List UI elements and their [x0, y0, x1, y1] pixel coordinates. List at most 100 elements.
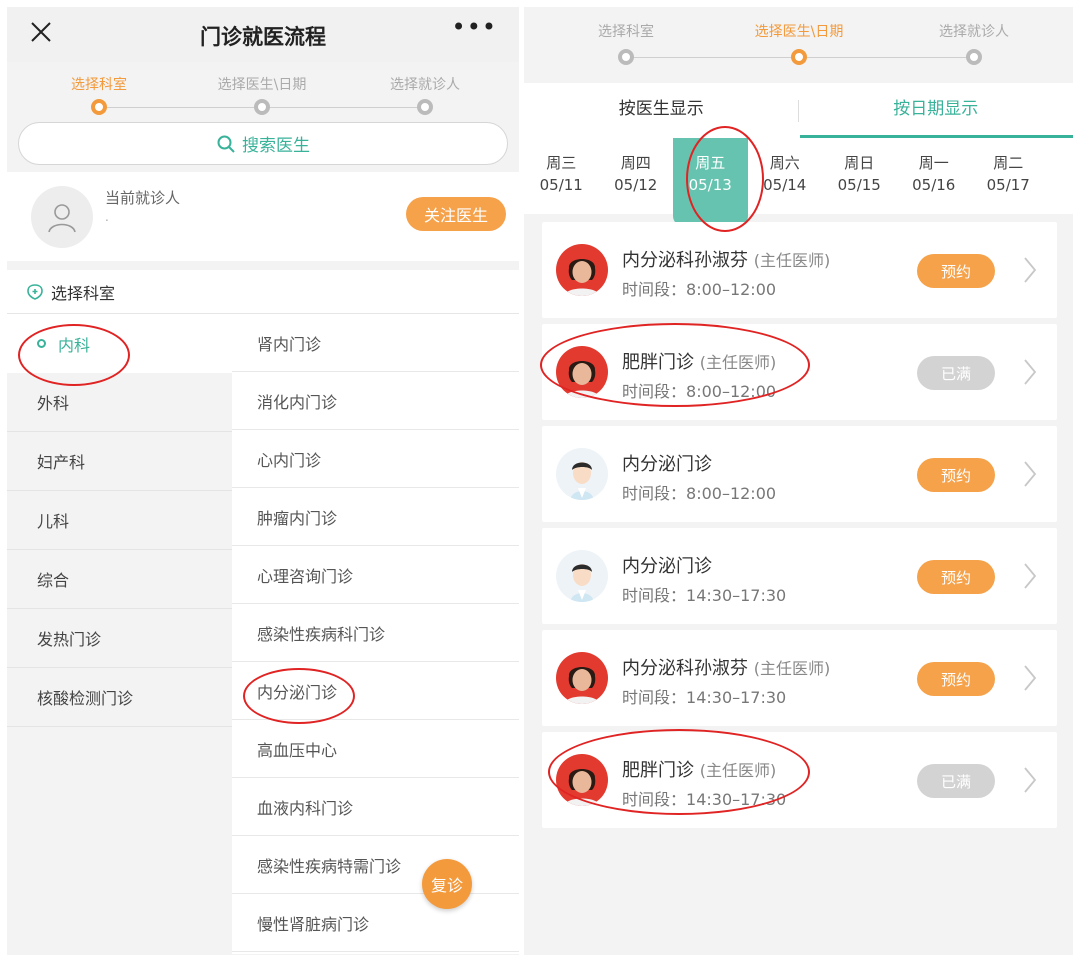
step-dot-patient — [966, 49, 982, 65]
doctor-card[interactable]: 内分泌科孙淑芬 (主任医师) 时间段：14:30–17:30 预约 — [542, 630, 1057, 726]
department-item-neike[interactable]: 内科 — [7, 314, 232, 373]
time-slot: 时间段：14:30–17:30 — [622, 586, 787, 605]
department-item-fare[interactable]: 发热门诊 — [7, 609, 232, 668]
department-label: 内科 — [58, 335, 91, 355]
sub-department-item[interactable]: 高血压中心 — [232, 720, 519, 778]
book-button[interactable]: 已满 — [917, 356, 995, 390]
step-label-department: 选择科室 — [71, 77, 127, 93]
doctor-card[interactable]: 内分泌门诊 时间段：8:00–12:00 预约 — [542, 426, 1057, 522]
patient-value: . — [105, 210, 109, 224]
department-picker: 内科 外科 妇产科 儿科 综合 发热门诊 核酸检测门诊 肾内门诊 消化内门诊 心… — [7, 314, 519, 954]
doctor-avatar — [556, 448, 608, 500]
top-bar: 门诊就医流程 ••• — [7, 7, 519, 62]
department-label: 儿科 — [37, 512, 70, 531]
patient-avatar — [31, 186, 93, 248]
department-item-fuchanke[interactable]: 妇产科 — [7, 432, 232, 491]
tab-by-date[interactable]: 按日期显示 — [799, 83, 1074, 138]
doctor-avatar — [556, 346, 608, 398]
doctor-name: 肥胖门诊 (主任医师) — [622, 760, 777, 781]
chevron-right-icon — [1024, 767, 1037, 793]
search-label: 搜索医生 — [242, 136, 310, 156]
day-item[interactable]: 周日 05/15 — [822, 138, 897, 214]
doctor-name: 内分泌科孙淑芬 (主任医师) — [622, 658, 831, 679]
doctor-card[interactable]: 肥胖门诊 (主任医师) 时间段：8:00–12:00 已满 — [542, 324, 1057, 420]
book-button[interactable]: 预约 — [917, 662, 995, 696]
step-indicator: 选择科室 选择医生\日期 选择就诊人 — [524, 7, 1073, 83]
doctor-card[interactable]: 肥胖门诊 (主任医师) 时间段：14:30–17:30 已满 — [542, 732, 1057, 828]
step-dot-doctor-date — [254, 99, 270, 115]
step-label-department: 选择科室 — [598, 24, 654, 40]
book-button[interactable]: 预约 — [917, 254, 995, 288]
return-visit-button[interactable]: 复诊 — [422, 859, 472, 909]
department-item-erke[interactable]: 儿科 — [7, 491, 232, 550]
chevron-right-icon — [1024, 665, 1037, 691]
step-dot-patient — [417, 99, 433, 115]
current-patient-card: 当前就诊人 . 关注医生 — [7, 172, 519, 261]
section-title: 选择科室 — [51, 283, 116, 303]
day-item[interactable]: 周二 05/17 — [971, 138, 1046, 214]
sub-department-item[interactable]: 内分泌门诊 — [232, 662, 519, 720]
search-icon — [217, 135, 235, 153]
tab-by-doctor[interactable]: 按医生显示 — [524, 83, 799, 138]
department-label: 核酸检测门诊 — [37, 689, 134, 708]
doctor-name: 内分泌门诊 — [622, 556, 712, 577]
sub-department-item[interactable]: 肾内门诊 — [232, 314, 519, 372]
department-item-waike[interactable]: 外科 — [7, 373, 232, 432]
department-label: 发热门诊 — [37, 630, 102, 649]
day-item[interactable]: 周六 05/14 — [748, 138, 823, 214]
department-label: 妇产科 — [37, 453, 86, 472]
sub-department-item[interactable]: 感染性疾病特需门诊 — [232, 836, 519, 894]
day-item[interactable]: 周四 05/12 — [599, 138, 674, 214]
follow-doctor-button[interactable]: 关注医生 — [406, 197, 506, 231]
step-label-doctor-date: 选择医生\日期 — [754, 24, 844, 40]
day-item[interactable]: 周三 05/11 — [524, 138, 599, 214]
step-dot-doctor-date — [791, 49, 807, 65]
department-label: 外科 — [37, 394, 70, 413]
sub-department-item[interactable]: 心内门诊 — [232, 430, 519, 488]
more-icon[interactable]: ••• — [452, 13, 497, 41]
chevron-right-icon — [1024, 257, 1037, 283]
day-item[interactable]: 周一 05/16 — [897, 138, 972, 214]
time-slot: 时间段：8:00–12:00 — [622, 484, 777, 503]
right-screen: 选择科室 选择医生\日期 选择就诊人 按医生显示 按日期显示 周三 05/11 周… — [524, 7, 1073, 955]
time-slot: 时间段：8:00–12:00 — [622, 382, 777, 401]
doctor-card[interactable]: 内分泌科孙淑芬 (主任医师) 时间段：8:00–12:00 预约 — [542, 222, 1057, 318]
doctor-card[interactable]: 内分泌门诊 时间段：14:30–17:30 预约 — [542, 528, 1057, 624]
doctor-avatar — [556, 652, 608, 704]
page-title: 门诊就医流程 — [200, 25, 326, 49]
step-label-patient: 选择就诊人 — [939, 24, 1009, 40]
doctor-list: 内分泌科孙淑芬 (主任医师) 时间段：8:00–12:00 预约 肥胖门诊 (主… — [524, 214, 1073, 828]
time-slot: 时间段：14:30–17:30 — [622, 688, 787, 707]
doctor-name: 内分泌科孙淑芬 (主任医师) — [622, 250, 831, 271]
section-header: 选择科室 — [7, 270, 519, 314]
day-item-selected[interactable]: 周五 05/13 — [673, 138, 748, 226]
selected-dot-icon — [37, 339, 46, 348]
doctor-name: 肥胖门诊 (主任医师) — [622, 352, 777, 373]
search-doctor-button[interactable]: 搜索医生 — [18, 122, 508, 165]
book-button[interactable]: 预约 — [917, 458, 995, 492]
view-tabs: 按医生显示 按日期显示 — [524, 83, 1073, 138]
step-dot-department — [618, 49, 634, 65]
book-button[interactable]: 预约 — [917, 560, 995, 594]
step-dot-department — [91, 99, 107, 115]
book-button[interactable]: 已满 — [917, 764, 995, 798]
sub-department-item[interactable]: 消化内门诊 — [232, 372, 519, 430]
department-item-zonghe[interactable]: 综合 — [7, 550, 232, 609]
sub-department-list: 肾内门诊 消化内门诊 心内门诊 肿瘤内门诊 心理咨询门诊 感染性疾病科门诊 内分… — [232, 314, 519, 954]
date-selector: 周三 05/11 周四 05/12 周五 05/13 周六 05/14 周日 05/15 … — [524, 138, 1073, 226]
left-screen: 门诊就医流程 ••• 选择科室 选择医生\日期 选择就诊人 搜索医生 当前就诊人… — [7, 7, 519, 955]
sub-department-item[interactable]: 感染性疾病科门诊 — [232, 604, 519, 662]
step-indicator: 选择科室 选择医生\日期 选择就诊人 — [7, 62, 519, 122]
sub-department-item[interactable]: 心理咨询门诊 — [232, 546, 519, 604]
sub-department-item[interactable]: 血液内科门诊 — [232, 778, 519, 836]
time-slot: 时间段：8:00–12:00 — [622, 280, 777, 299]
sub-department-item[interactable]: 慢性肾脏病门诊 — [232, 894, 519, 952]
sub-department-item[interactable]: 肿瘤内门诊 — [232, 488, 519, 546]
department-item-hesuan[interactable]: 核酸检测门诊 — [7, 668, 232, 727]
department-list: 内科 外科 妇产科 儿科 综合 发热门诊 核酸检测门诊 — [7, 314, 232, 727]
step-label-patient: 选择就诊人 — [390, 77, 460, 93]
time-slot: 时间段：14:30–17:30 — [622, 790, 787, 809]
step-label-doctor-date: 选择医生\日期 — [217, 77, 307, 93]
chevron-right-icon — [1024, 461, 1037, 487]
medical-shield-icon — [27, 283, 43, 300]
